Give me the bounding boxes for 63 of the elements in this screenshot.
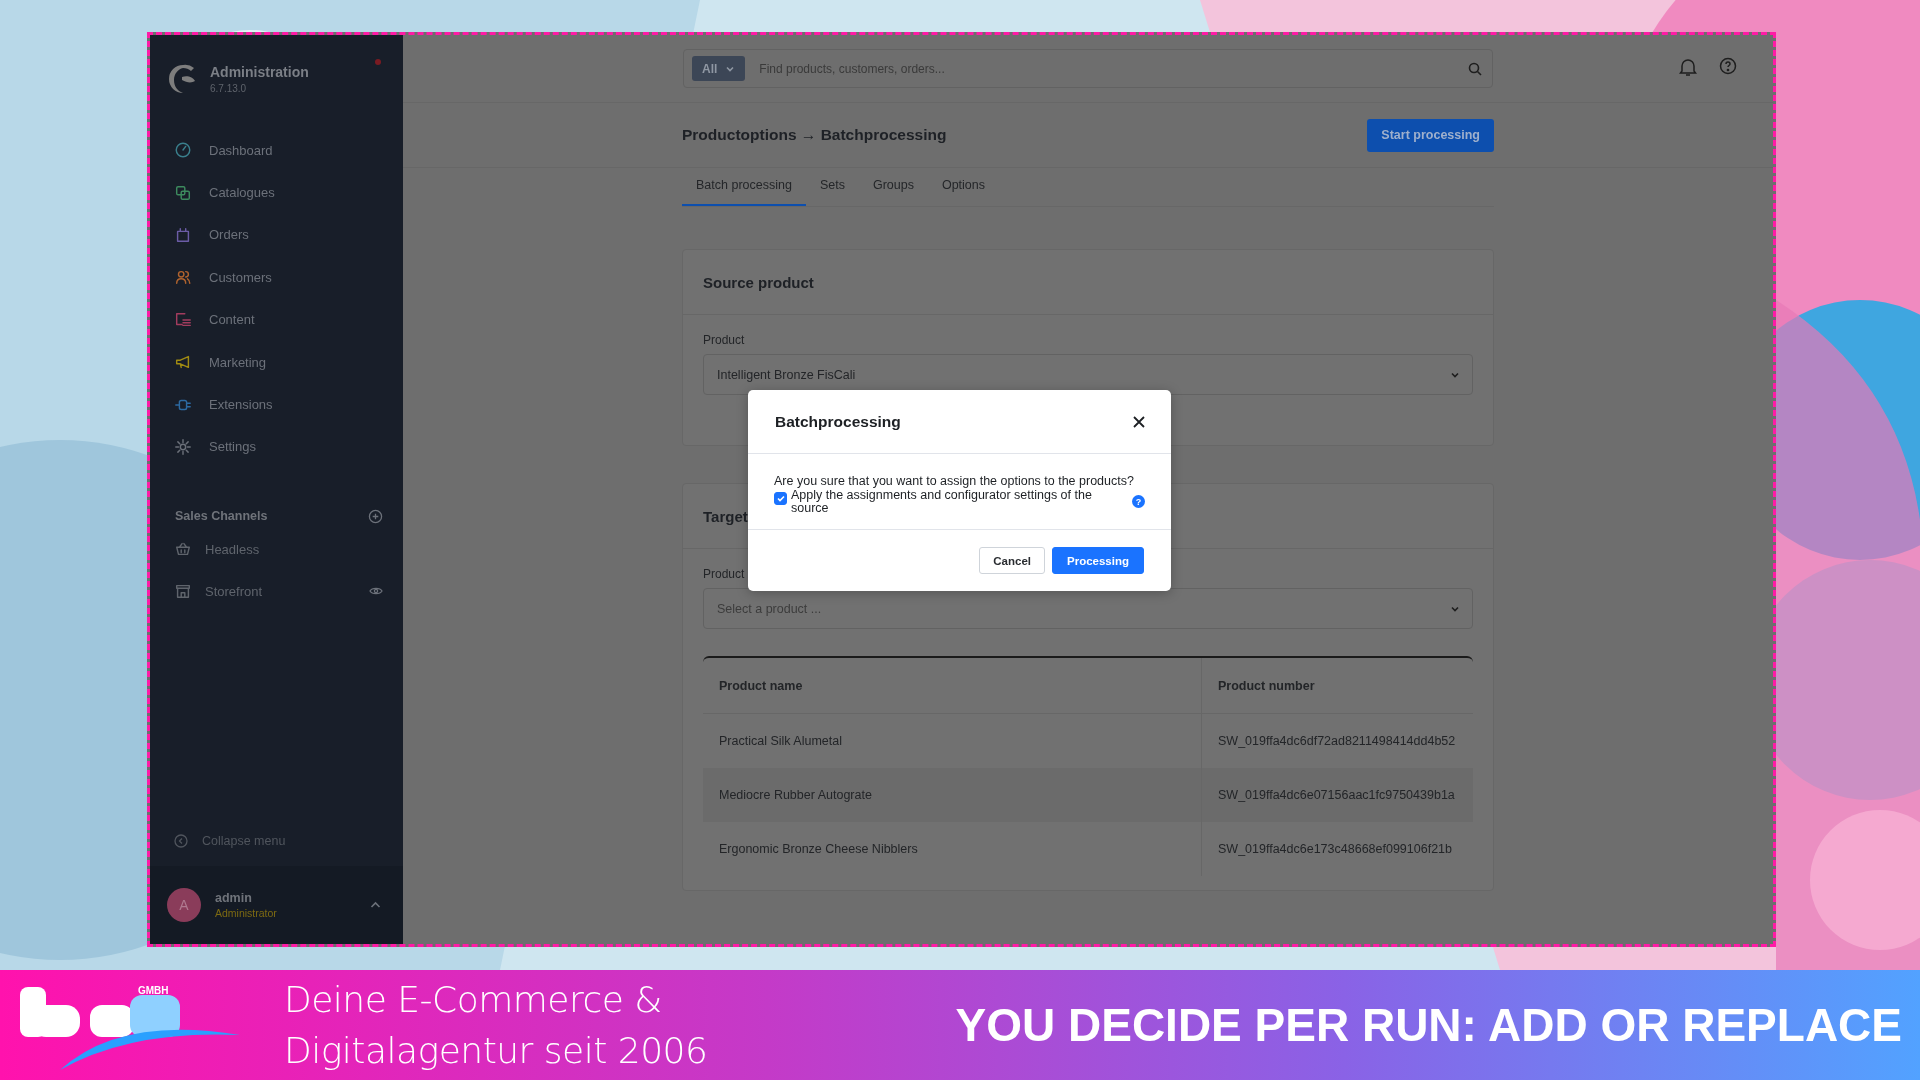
card-title: Target: [703, 507, 748, 525]
scope-dropdown[interactable]: All: [692, 56, 746, 81]
eye-icon[interactable]: [369, 586, 383, 597]
content-icon: [174, 310, 192, 329]
app-title: Administration: [210, 64, 309, 80]
checkbox-label[interactable]: Apply the assignments and configurator settings of the source: [791, 489, 1110, 515]
table-cell: SW_019ffa4dc6e173c48668ef099106f21b: [1201, 822, 1473, 876]
cancel-button[interactable]: Cancel: [979, 547, 1045, 574]
help-icon[interactable]: ?: [1132, 495, 1145, 508]
tab[interactable]: Groups: [858, 168, 928, 206]
card-title: Source product: [703, 273, 814, 291]
add-icon[interactable]: [368, 508, 383, 524]
table-cell: SW_019ffa4dc6e07156aac1fc9750439b1a: [1201, 768, 1473, 822]
dialog-title: Batchprocessing: [775, 412, 901, 431]
column-header[interactable]: Product number: [1201, 658, 1473, 713]
store-icon: [174, 582, 192, 601]
tab[interactable]: Options: [927, 168, 999, 206]
catalogues-icon: [174, 183, 192, 202]
tagline: Deine E-Commerce & Digitalagentur seit 2006: [284, 978, 709, 1073]
section-heading: Sales Channels: [175, 509, 268, 524]
collapse-menu-button[interactable]: Collapse menu: [150, 816, 403, 866]
processing-button[interactable]: Processing: [1052, 547, 1144, 574]
nav-item[interactable]: Customers: [150, 256, 403, 299]
nav-item[interactable]: Marketing: [150, 340, 403, 384]
nav-item[interactable]: Catalogues: [150, 171, 403, 214]
column-header[interactable]: Product name: [703, 658, 1201, 713]
settings-icon: [174, 437, 192, 456]
checkbox[interactable]: [774, 492, 787, 505]
logo-text: GMBH: [138, 985, 169, 996]
sales-channel-item[interactable]: Headless: [150, 528, 403, 571]
orders-icon: [174, 225, 192, 244]
tab[interactable]: Sets: [805, 168, 859, 206]
headline: YOU DECIDE PER RUN: ADD OR REPLACE: [955, 998, 1902, 1052]
help-icon[interactable]: [1719, 57, 1737, 75]
close-icon[interactable]: [1133, 415, 1145, 428]
table-cell-text: Practical Silk Alumetal: [718, 733, 843, 750]
chevron-left-icon: [174, 834, 188, 848]
table-cell-text: Ergonomic Bronze Cheese Nibblers: [718, 841, 919, 858]
start-processing-button[interactable]: Start processing: [1367, 118, 1494, 152]
nav-item[interactable]: Orders: [150, 213, 403, 257]
nav-item[interactable]: Extensions: [150, 383, 403, 426]
check-icon: [776, 495, 785, 502]
tab[interactable]: Batch processing: [682, 168, 806, 206]
customers-icon: [174, 268, 192, 287]
user-panel[interactable]: A admin Administrator: [150, 866, 403, 944]
nav-item[interactable]: Content: [150, 298, 403, 341]
field-label: Product: [703, 333, 746, 347]
version-label: 6.7.13.0: [210, 83, 248, 94]
avatar: A: [167, 888, 201, 922]
chevron-up-icon[interactable]: [370, 901, 381, 909]
nav-item[interactable]: Settings: [150, 425, 403, 469]
user-name: admin: [215, 891, 253, 905]
logo-icon: [168, 64, 198, 94]
table-cell-text: Mediocre Rubber Autograte: [718, 787, 873, 804]
field-label: Product: [703, 567, 746, 581]
nav-item[interactable]: Dashboard: [150, 129, 403, 172]
sales-channel-item[interactable]: Storefront: [150, 570, 403, 613]
dashboard-icon: [174, 141, 192, 160]
search-icon[interactable]: [1468, 61, 1482, 76]
user-role: Administrator: [215, 907, 278, 919]
dialog-message: Are you sure that you want to assign the options to the products?: [774, 474, 1135, 488]
bell-icon[interactable]: [1679, 57, 1697, 77]
page-title: Productoptions → Batchprocessing: [682, 126, 947, 144]
